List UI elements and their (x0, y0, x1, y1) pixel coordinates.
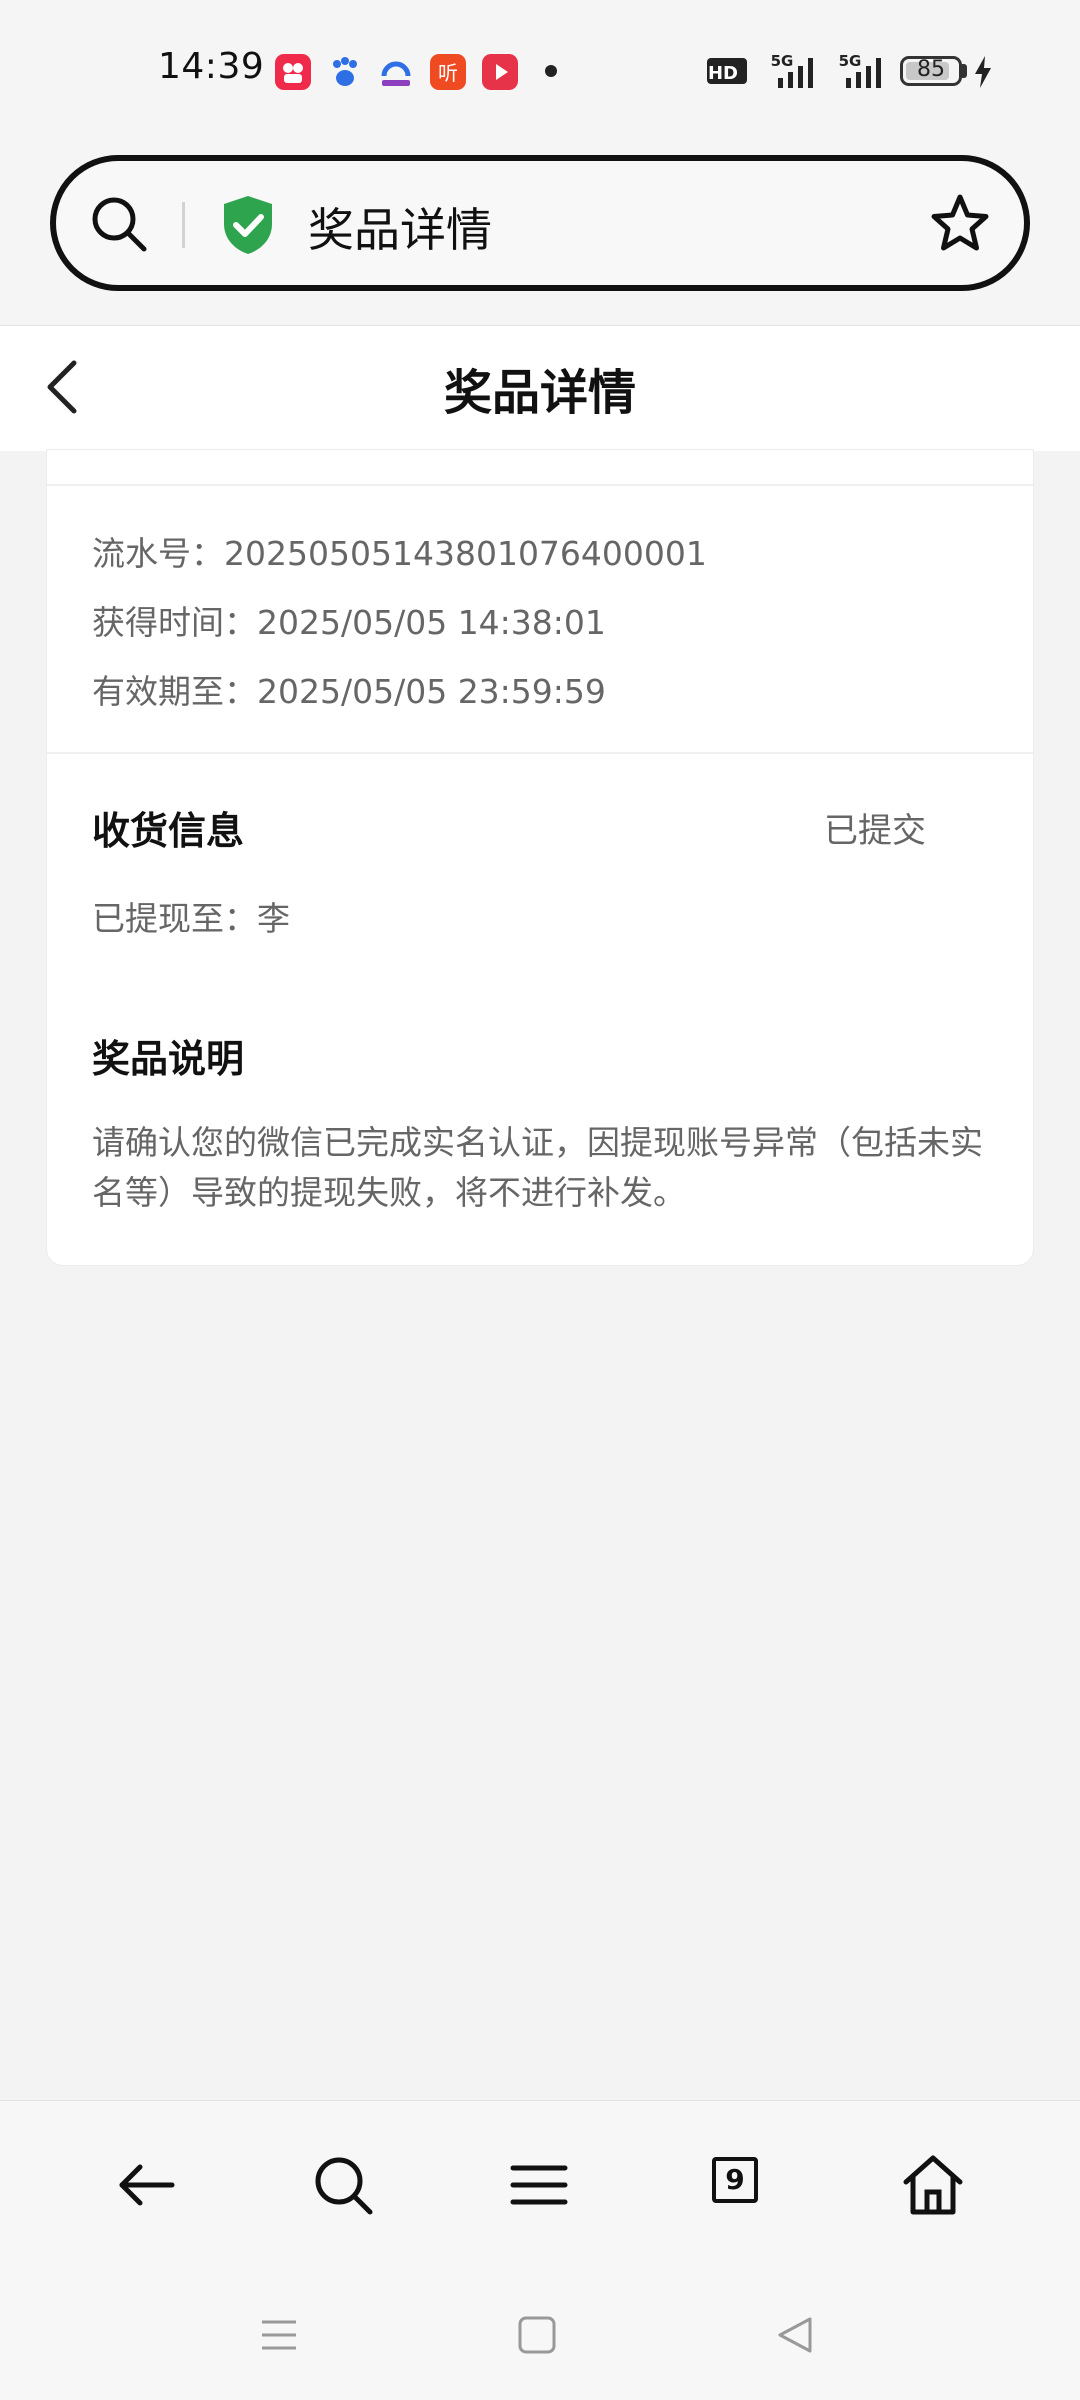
tabs-button[interactable]: 9 (712, 2157, 758, 2203)
home-nav-icon[interactable] (516, 2314, 558, 2360)
battery-icon: 85 (900, 56, 962, 86)
map-app-icon (378, 54, 414, 90)
obtained-time: 获得时间：2025/05/05 14:38:01 (92, 603, 606, 642)
card-divider-middle (47, 752, 1033, 754)
hd-icon: HD (706, 52, 748, 92)
prize-description-title: 奖品说明 (92, 1037, 245, 1081)
home-icon[interactable] (898, 2150, 968, 2220)
serial-number: 流水号：2025050514380107640000‌1 (92, 534, 707, 573)
battery-percent: 85 (917, 57, 945, 82)
svg-text:听: 听 (438, 61, 458, 85)
recents-nav-icon[interactable] (258, 2314, 300, 2360)
prize-description-text: 请确认您的微信已完成实名认证，因提现账号异常（包括未实名等）导致的提现失败，将不… (92, 1123, 983, 1212)
listen-app-icon: 听 (430, 54, 466, 90)
network-type-label-2: 5G (839, 52, 862, 70)
more-notifications-dot (545, 65, 557, 77)
signal-5g-icon-1: 5G (760, 52, 824, 92)
card-divider-top (47, 484, 1033, 486)
search-icon[interactable] (88, 193, 150, 259)
valid-until: 有效期至：2025/05/05 23:59:59 (92, 672, 606, 711)
back-arrow-icon[interactable] (112, 2150, 182, 2220)
secure-shield-icon (220, 194, 276, 260)
address-page-title[interactable]: 奖品详情 (308, 194, 492, 260)
page-title: 奖品详情 (443, 365, 636, 421)
status-time: 14:39 (158, 46, 265, 87)
network-type-label-1: 5G (771, 52, 794, 70)
signal-5g-icon-2: 5G (836, 52, 892, 92)
withdraw-recipient: 已提现至：李 (92, 899, 290, 938)
battery-tip (962, 64, 967, 78)
address-divider (182, 202, 185, 248)
shipping-status: 已提交 (824, 811, 926, 851)
shipping-info-title: 收货信息 (92, 809, 245, 853)
back-nav-icon[interactable] (774, 2314, 816, 2360)
hd-label: HD (708, 63, 738, 84)
kuaishou-app-icon (275, 54, 311, 90)
video-app-icon (482, 54, 518, 90)
charging-icon (972, 54, 994, 94)
baidu-app-icon (327, 54, 363, 90)
toolbar-search-icon[interactable] (308, 2150, 378, 2220)
menu-icon[interactable] (504, 2150, 574, 2220)
address-bar[interactable] (50, 155, 1030, 291)
bookmark-star-icon[interactable] (928, 192, 992, 260)
